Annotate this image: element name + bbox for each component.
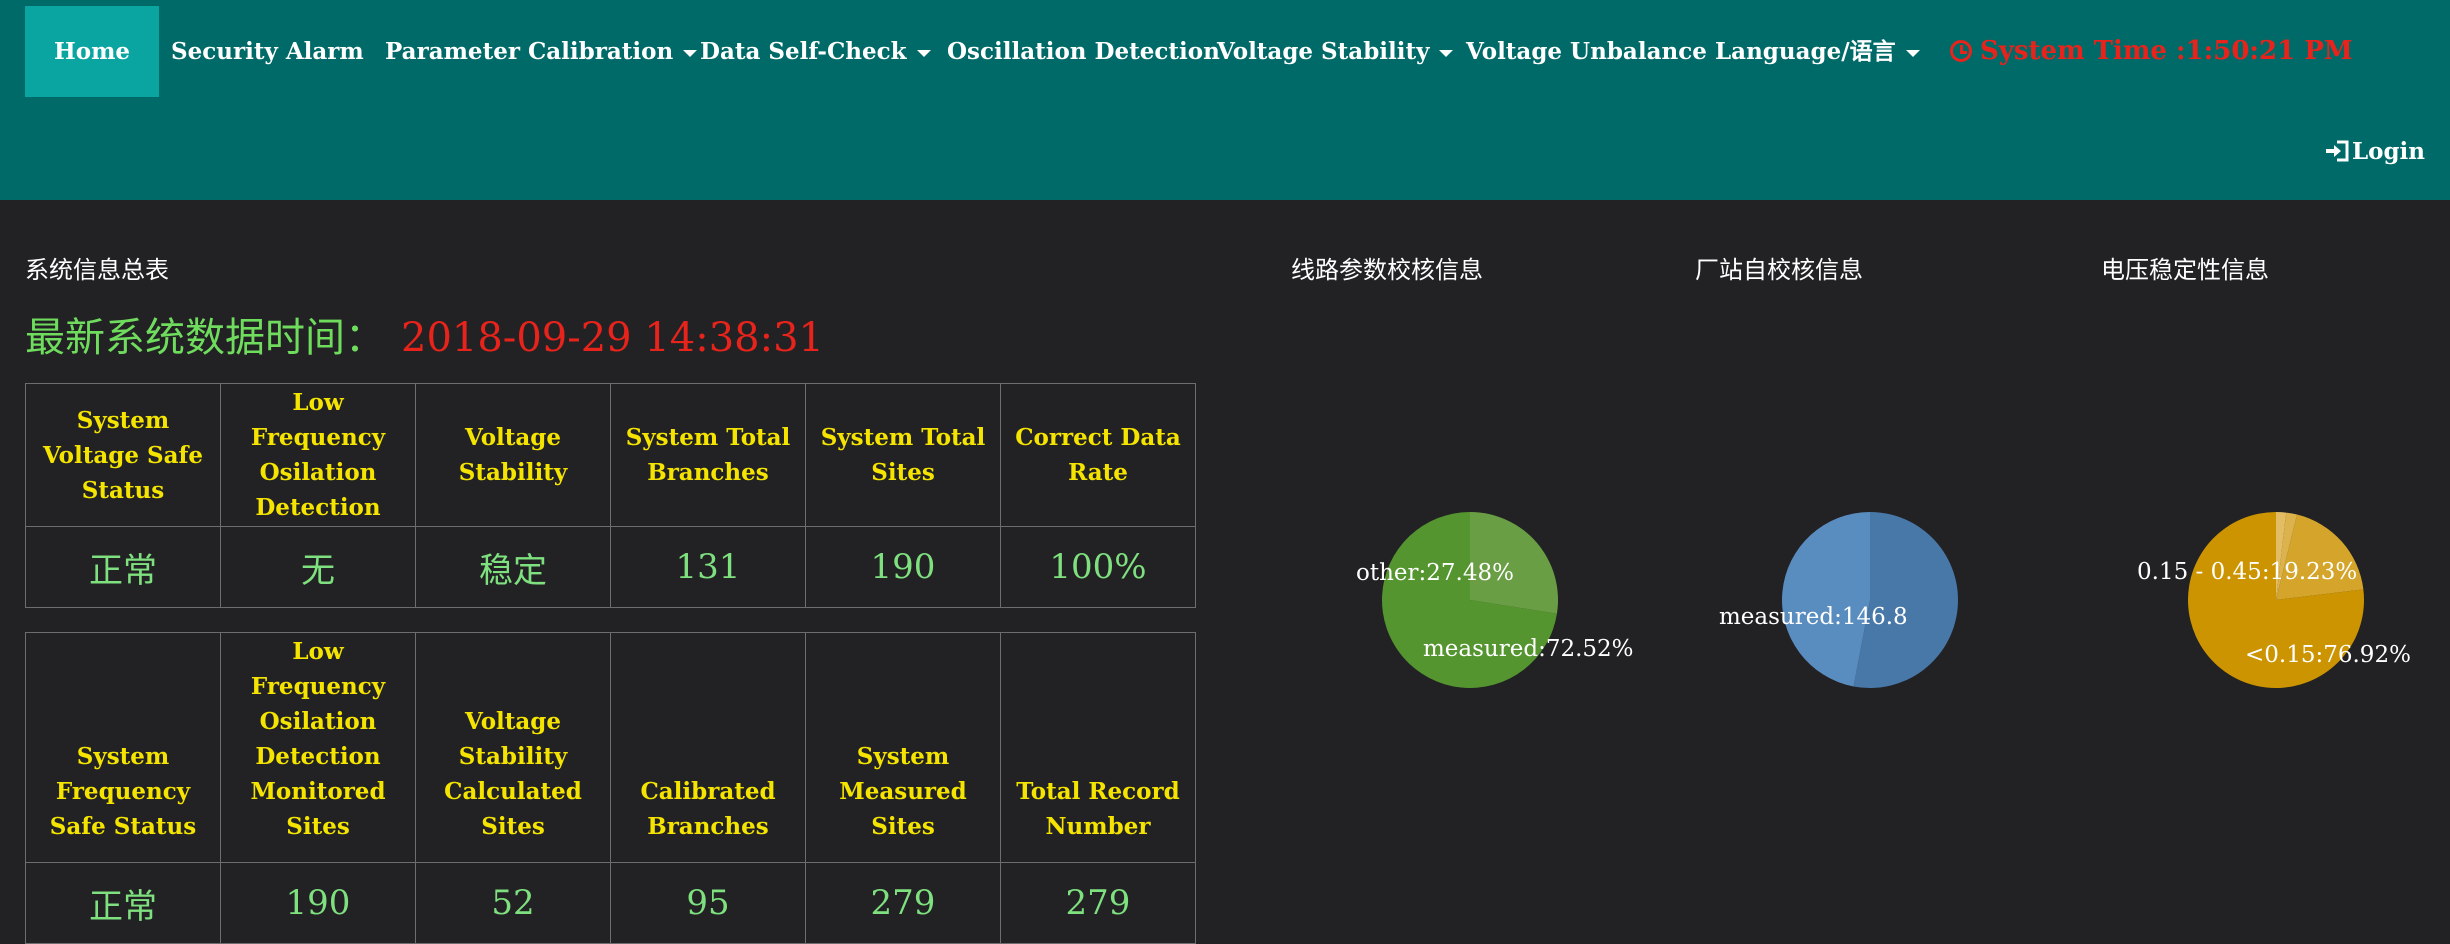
system-info-table-1: System Voltage Safe Status Low Frequency… [25, 383, 1196, 608]
pie-label-other: other:27.48% [1356, 560, 1514, 586]
table-header-cell: Voltage Stability [415, 383, 611, 527]
line-params-title: 线路参数校核信息 [1291, 256, 1483, 284]
table-cell: 190 [805, 526, 1001, 608]
line-params-pie-chart: other:27.48% measured:72.52% [1356, 512, 1634, 688]
table-header-cell: System Voltage Safe Status [25, 383, 221, 527]
voltage-stability-pie-chart: 0.15 - 0.45:19.23% <0.15:76.92% [2137, 512, 2411, 688]
summary-title: 系统信息总表 [25, 256, 169, 284]
top-navbar: Home Security Alarm Parameter Calibratio… [0, 0, 2450, 200]
voltage-stability-title: 电压稳定性信息 [2101, 256, 2269, 284]
table-cell: 100% [1000, 526, 1196, 608]
system-time-value: System Time :1:50:21 PM [1980, 36, 2353, 66]
latest-data-time-label: 最新系统数据时间： [25, 315, 385, 361]
table-header-row: System Frequency Safe Status Low Frequen… [25, 632, 1196, 863]
pie-label-mid-range: 0.15 - 0.45:19.23% [2137, 559, 2357, 585]
table-header-cell: System Total Branches [610, 383, 806, 527]
chevron-down-icon [916, 49, 931, 57]
system-info-table-2: System Frequency Safe Status Low Frequen… [25, 632, 1196, 944]
table-cell: 95 [610, 862, 806, 944]
table-cell: 无 [220, 526, 416, 608]
login-label: Login [2351, 138, 2425, 165]
table-header-cell: System Frequency Safe Status [25, 632, 221, 863]
nav-voltage-stability-label: Voltage Stability [1217, 38, 1430, 65]
pie-label-measured: measured:72.52% [1423, 636, 1634, 662]
nav-voltage-stability[interactable]: Voltage Stability [1217, 6, 1454, 97]
table-header-cell: System Total Sites [805, 383, 1001, 527]
table-row: 正常 190 52 95 279 279 [25, 862, 1196, 944]
table-cell: 52 [415, 862, 611, 944]
table-header-cell: System Measured Sites [805, 632, 1001, 863]
nav-language[interactable]: Language/语言 [1715, 6, 1920, 97]
chevron-down-icon [683, 49, 698, 57]
station-check-title: 厂站自校核信息 [1695, 256, 1863, 284]
chevron-down-icon [1905, 49, 1920, 57]
chevron-down-icon [1439, 49, 1454, 57]
login-icon [2325, 140, 2349, 162]
pie-label-low-range: <0.15:76.92% [2245, 642, 2411, 668]
table-cell: 279 [805, 862, 1001, 944]
table-cell: 正常 [25, 862, 221, 944]
table-header-cell: Low Frequency Osilation Detection Monito… [220, 632, 416, 863]
nav-language-label: Language/语言 [1715, 38, 1896, 65]
login-button[interactable]: Login [2324, 138, 2425, 165]
nav-oscillation-detection[interactable]: Oscillation Detection [947, 6, 1220, 97]
nav-parameter-calibration-label: Parameter Calibration [385, 38, 674, 65]
table-cell: 131 [610, 526, 806, 608]
table-cell: 190 [220, 862, 416, 944]
table-header-cell: Total Record Number [1000, 632, 1196, 863]
nav-data-self-check-label: Data Self-Check [700, 38, 907, 65]
table-header-row: System Voltage Safe Status Low Frequency… [25, 383, 1196, 527]
pie-slice [1782, 512, 1870, 687]
table-cell: 279 [1000, 862, 1196, 944]
system-time: System Time :1:50:21 PM [1950, 6, 2353, 97]
nav-parameter-calibration[interactable]: Parameter Calibration [385, 6, 698, 97]
pie-label-measured: measured:146.8 [1719, 604, 1908, 630]
nav-security-alarm[interactable]: Security Alarm [171, 6, 364, 97]
clock-icon [1950, 40, 1972, 62]
table-header-cell: Voltage Stability Calculated Sites [415, 632, 611, 863]
latest-data-time: 最新系统数据时间： 2018-09-29 14:38:31 [25, 305, 824, 363]
nav-voltage-unbalance[interactable]: Voltage Unbalance [1466, 6, 1707, 97]
table-row: 正常 无 稳定 131 190 100% [25, 526, 1196, 608]
latest-data-time-value: 2018-09-29 14:38:31 [401, 315, 824, 361]
table-cell: 正常 [25, 526, 221, 608]
station-check-pie-chart: measured:146.8 [1719, 512, 1958, 688]
table-header-cell: Calibrated Branches [610, 632, 806, 863]
table-cell: 稳定 [415, 526, 611, 608]
table-header-cell: Low Frequency Osilation Detection [220, 383, 416, 527]
nav-home[interactable]: Home [25, 6, 160, 97]
nav-data-self-check[interactable]: Data Self-Check [700, 6, 931, 97]
table-header-cell: Correct Data Rate [1000, 383, 1196, 527]
